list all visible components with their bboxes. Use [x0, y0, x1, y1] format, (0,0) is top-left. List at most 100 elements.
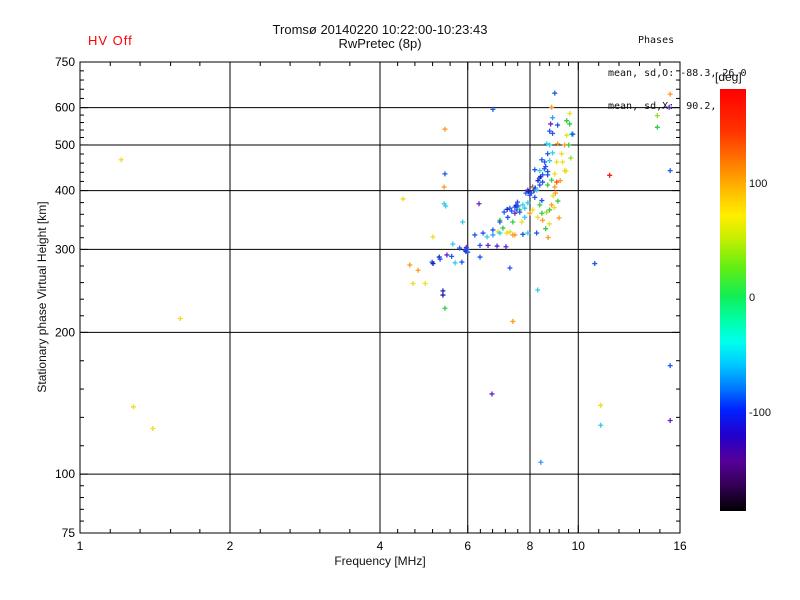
colorbar-title: [deg] — [715, 70, 742, 84]
data-point — [654, 124, 660, 130]
data-point — [400, 196, 406, 202]
data-point — [548, 121, 554, 127]
data-point — [539, 210, 545, 216]
data-point — [552, 184, 558, 190]
data-point — [477, 242, 483, 248]
data-point — [442, 305, 448, 311]
data-point — [442, 171, 448, 177]
svg-text:1: 1 — [77, 539, 84, 553]
data-point — [667, 417, 673, 423]
data-point — [522, 214, 528, 220]
data-point — [549, 202, 555, 208]
plot-canvas: 1 2 4 6 8 10 16 75 100 200 300 400 500 600 750 — [55, 55, 687, 553]
data-point — [667, 363, 673, 369]
data-point — [489, 391, 495, 397]
data-point — [555, 122, 561, 128]
data-point — [535, 214, 541, 220]
data-point — [598, 402, 604, 408]
data-point — [545, 169, 551, 175]
svg-text:400: 400 — [55, 184, 75, 198]
colorbar-gradient — [719, 88, 747, 512]
ionogram-figure: HV Off Tromsø 20140220 10:22:00-10:23:43… — [0, 0, 800, 600]
svg-text:100: 100 — [55, 467, 75, 481]
data-point — [539, 198, 545, 204]
data-point — [546, 221, 552, 227]
data-point — [552, 90, 558, 96]
svg-text:6: 6 — [464, 539, 471, 553]
svg-text:75: 75 — [62, 526, 76, 540]
data-point — [494, 243, 500, 249]
data-point — [490, 232, 496, 238]
svg-text:750: 750 — [55, 55, 75, 69]
data-point — [547, 158, 553, 164]
data-point — [460, 219, 466, 225]
svg-text:500: 500 — [55, 138, 75, 152]
data-point — [477, 254, 483, 260]
svg-text:10: 10 — [572, 539, 586, 553]
data-point — [552, 190, 558, 196]
data-point — [537, 182, 543, 188]
data-point — [550, 115, 556, 121]
data-point — [510, 219, 516, 225]
data-point — [442, 126, 448, 132]
data-point — [459, 259, 465, 265]
data-point — [549, 177, 555, 183]
data-point — [540, 217, 546, 223]
data-point — [410, 280, 416, 286]
data-point — [560, 159, 566, 165]
data-point — [415, 267, 421, 273]
svg-text:200: 200 — [55, 325, 75, 339]
data-point — [532, 167, 538, 173]
data-point — [507, 265, 513, 271]
data-point — [444, 252, 450, 258]
data-point — [527, 210, 533, 216]
data-point — [538, 459, 544, 465]
colorbar-tick-minus100: -100 — [749, 407, 772, 419]
data-point — [484, 234, 490, 240]
data-point — [667, 91, 673, 97]
data-point — [568, 155, 574, 161]
data-point — [534, 230, 540, 236]
data-point — [177, 316, 183, 322]
data-point — [554, 159, 560, 165]
data-point — [550, 150, 556, 156]
data-point — [422, 280, 428, 286]
data-point — [520, 231, 526, 237]
data-point — [505, 214, 511, 220]
data-point — [666, 104, 672, 110]
data-point — [532, 194, 538, 200]
data-point — [567, 121, 573, 127]
data-point — [592, 261, 598, 267]
data-point — [519, 219, 525, 225]
data-point — [450, 241, 456, 247]
data-point — [545, 182, 551, 188]
data-point — [535, 287, 541, 293]
data-point — [555, 198, 561, 204]
data-point — [549, 104, 555, 110]
data-point — [441, 184, 447, 190]
data-point — [607, 172, 613, 178]
data-point — [500, 225, 506, 231]
data-point — [559, 151, 565, 157]
data-point — [545, 235, 551, 241]
data-point — [476, 201, 482, 207]
data-point — [150, 426, 156, 432]
data-point — [449, 253, 455, 259]
svg-text:600: 600 — [55, 101, 75, 115]
data-point — [407, 262, 413, 268]
data-point — [543, 226, 549, 232]
svg-text:4: 4 — [377, 539, 384, 553]
data-point — [545, 151, 551, 157]
svg-text:2: 2 — [227, 539, 234, 553]
data-point — [480, 230, 486, 236]
data-point — [556, 215, 562, 221]
data-point — [551, 205, 557, 211]
data-point — [537, 202, 543, 208]
svg-text:8: 8 — [527, 539, 534, 553]
data-point — [555, 141, 561, 147]
data-point — [118, 157, 124, 163]
data-point — [566, 142, 572, 148]
data-point — [552, 171, 558, 177]
data-point — [440, 292, 446, 298]
data-point — [667, 168, 673, 174]
